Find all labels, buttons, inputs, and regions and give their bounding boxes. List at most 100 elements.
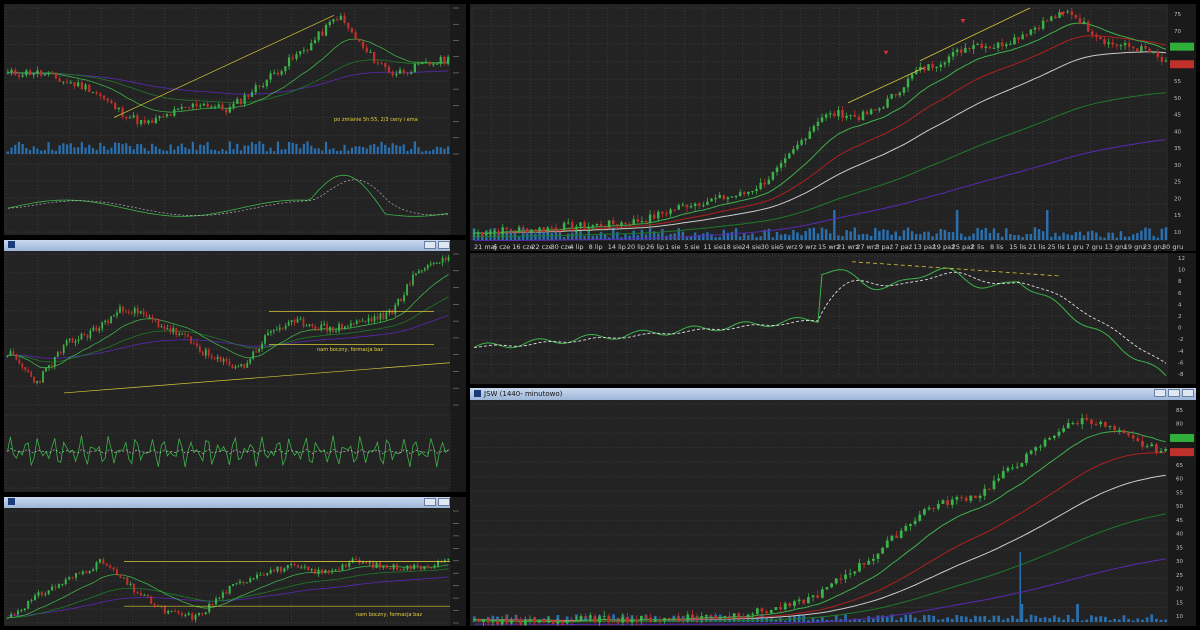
- ml-candle: [364, 320, 367, 322]
- tl-volume-bar: [195, 149, 198, 154]
- minute-candle: [1136, 438, 1140, 442]
- tl-candle: [276, 72, 280, 75]
- daily-volume-bar: [771, 237, 775, 240]
- tl-volume-bar: [213, 149, 217, 154]
- tl-candle: [332, 19, 335, 22]
- minute-candle: [858, 563, 861, 572]
- tl-volume-bar: [47, 142, 50, 154]
- tl-candle: [265, 79, 268, 87]
- bl-candle: [331, 570, 334, 573]
- daily-candle: [616, 224, 619, 226]
- tl-volume-bar: [432, 149, 435, 154]
- bl-candle: [276, 566, 279, 572]
- minute-volume-bar: [1136, 618, 1140, 622]
- tl-candle: [350, 28, 354, 33]
- price-axis-label: 80: [1176, 422, 1183, 428]
- tl-candle: [106, 98, 109, 101]
- bl-candle: [61, 583, 64, 585]
- daily-volume-bar: [796, 232, 799, 240]
- bl-candle: [153, 603, 156, 606]
- minute-volume-bar: [1141, 619, 1144, 622]
- daily-candle: [599, 223, 603, 227]
- bl-candle: [249, 578, 252, 583]
- daily-candle: [796, 144, 799, 150]
- minute-volume-bar: [904, 614, 908, 622]
- bl-candle: [95, 562, 98, 570]
- minute-volume-bar: [1117, 619, 1121, 622]
- ml-candle: [136, 308, 139, 314]
- bl-candle: [437, 561, 440, 566]
- ml-candle: [222, 359, 225, 362]
- daily-volume-bar: [1107, 232, 1110, 240]
- daily-volume-bar: [673, 233, 676, 240]
- minute-volume-bar: [936, 619, 940, 622]
- ml-candle: [83, 333, 86, 336]
- minute-candle: [839, 578, 843, 580]
- bl-candle: [57, 584, 60, 588]
- daily-volume-bar: [869, 235, 873, 240]
- tl-candle: [80, 82, 83, 90]
- tl-candle: [284, 66, 287, 72]
- daily-volume-bar: [820, 227, 824, 240]
- minute-candle: [477, 619, 481, 622]
- minute-candle: [737, 613, 741, 617]
- ml-candle: [370, 318, 373, 322]
- price-axis-label: 15: [1176, 600, 1183, 606]
- minute-volume-bar: [913, 617, 917, 622]
- tl-volume-bar: [232, 149, 235, 154]
- ml-candle: [382, 313, 385, 320]
- daily-candle: [591, 225, 595, 227]
- tl-volume-bar: [361, 147, 365, 154]
- minute-volume-bar: [1062, 619, 1065, 622]
- daily-candle: [693, 203, 697, 206]
- minute-candle: [607, 615, 611, 622]
- date-axis-label: 20 lip: [627, 243, 645, 251]
- minute-candle: [1076, 422, 1079, 425]
- daily-candle: [853, 114, 857, 117]
- tl-volume-bar: [80, 142, 83, 154]
- date-axis-label: 15 lis: [1009, 243, 1027, 251]
- date-axis-label: 4 lip: [570, 243, 584, 251]
- tl-volume-bar: [373, 144, 376, 154]
- ml-candle: [30, 371, 33, 378]
- bl-candle: [129, 583, 132, 585]
- minute-candle: [486, 619, 490, 623]
- price-axis-label: 30: [1176, 559, 1183, 565]
- bl-candle: [136, 591, 139, 594]
- tl-volume-bar: [284, 149, 287, 154]
- minute-candle: [677, 617, 680, 619]
- daily-volume-bar: [1054, 232, 1057, 240]
- minute-candle: [514, 620, 518, 622]
- tl-volume-bar: [291, 142, 294, 154]
- daily-volume-bar: [853, 227, 857, 240]
- tl-volume-bar: [384, 144, 387, 154]
- daily-candle: [972, 44, 975, 49]
- minute-volume-bar: [876, 615, 880, 622]
- ml-candle: [175, 328, 178, 335]
- tl-volume-bar: [262, 143, 265, 154]
- tl-volume-bar: [402, 144, 405, 154]
- daily-volume-bar: [1164, 227, 1168, 240]
- tl-volume-bar: [410, 148, 413, 154]
- ml-candle: [160, 326, 163, 328]
- daily-candle: [648, 214, 652, 223]
- daily-candle: [984, 46, 988, 48]
- tl-volume-bar: [173, 149, 176, 154]
- ml-candle: [154, 319, 157, 321]
- date-axis-label: 2 lis: [971, 243, 985, 251]
- daily-volume-bar: [1045, 210, 1049, 240]
- bl-candle: [109, 565, 112, 568]
- tl-volume-bar: [106, 149, 109, 154]
- tl-candle: [299, 51, 302, 55]
- tl-volume-bar: [117, 142, 120, 154]
- tl-candle: [295, 54, 298, 59]
- daily-volume-bar: [865, 234, 869, 240]
- daily-candle: [861, 111, 865, 120]
- daily-candle: [988, 46, 992, 49]
- daily-candle: [1009, 44, 1012, 46]
- minute-candle: [505, 619, 509, 624]
- minute-candle: [927, 507, 931, 510]
- minute-candle: [983, 488, 987, 496]
- tl-candle: [439, 56, 442, 64]
- minute-candle: [663, 617, 666, 621]
